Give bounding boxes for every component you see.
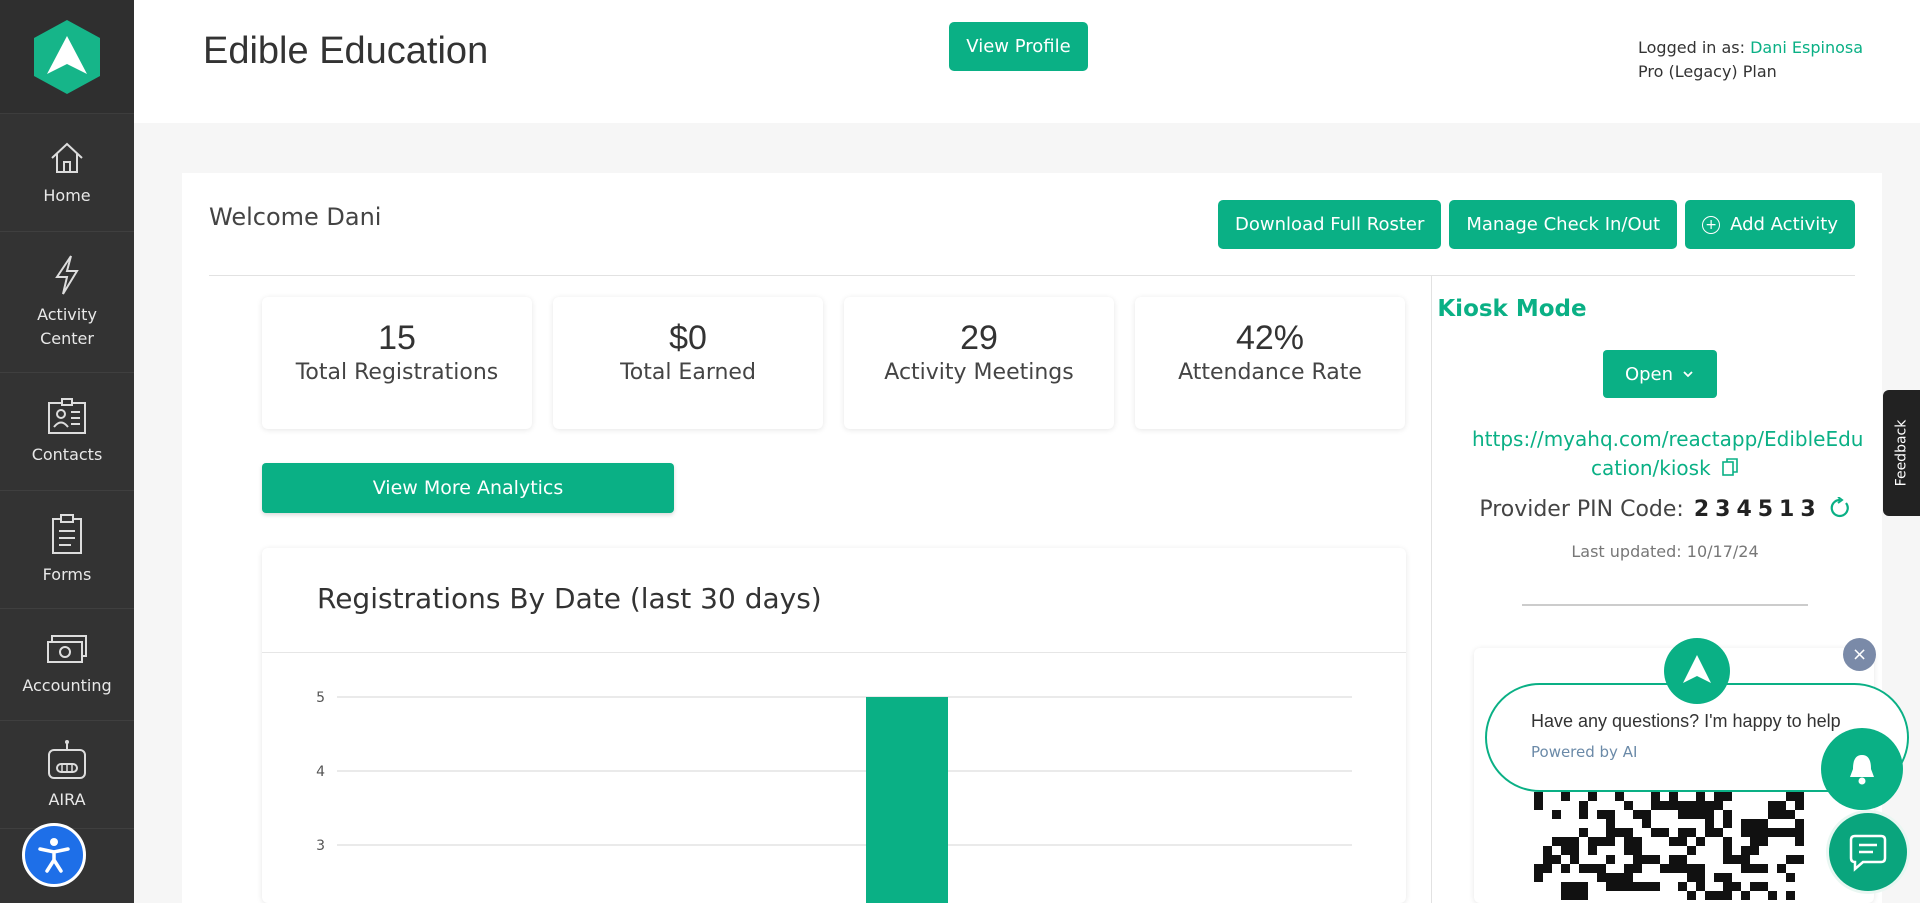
- action-buttons: Download Full Roster Manage Check In/Out…: [1218, 200, 1882, 249]
- notifications-button[interactable]: [1821, 728, 1903, 810]
- sidebar-item-label: Accounting: [22, 675, 112, 695]
- sidebar-item-accounting[interactable]: Accounting: [0, 609, 134, 721]
- user-name-link[interactable]: Dani Espinosa: [1750, 38, 1863, 57]
- last-updated-text: Last updated: 10/17/24: [1571, 542, 1759, 561]
- logged-in-label: Logged in as:: [1638, 38, 1751, 57]
- sidebar-item-label: AIRA: [48, 789, 86, 809]
- sidebar-item-contacts[interactable]: Contacts: [0, 373, 134, 491]
- page-title: Edible Education: [203, 30, 489, 72]
- chat-avatar: [1664, 638, 1730, 704]
- dashboard-card: Welcome Dani Download Full Roster Manage…: [182, 173, 1882, 903]
- sidebar-item-label: Home: [43, 185, 91, 205]
- stat-value: 29: [960, 319, 998, 357]
- refresh-icon[interactable]: [1829, 496, 1851, 519]
- chart-bar: [866, 697, 948, 903]
- sidebar-item-home[interactable]: Home: [0, 114, 134, 232]
- contact-card-icon: [48, 397, 86, 434]
- copy-icon[interactable]: [1721, 457, 1739, 477]
- add-activity-button[interactable]: + Add Activity: [1685, 200, 1855, 249]
- divider: [209, 275, 1855, 276]
- logo-icon: [1683, 655, 1711, 683]
- money-icon: [47, 634, 87, 663]
- stat-card-meetings: 29 Activity Meetings: [844, 297, 1114, 429]
- sidebar-item-label: Contacts: [31, 444, 103, 464]
- pin-code: 234513: [1693, 497, 1822, 522]
- kiosk-open-label: Open: [1624, 363, 1674, 385]
- login-info: Logged in as: Dani Espinosa Pro (Legacy)…: [1638, 36, 1863, 84]
- stat-card-registrations: 15 Total Registrations: [262, 297, 532, 429]
- chat-powered-by: Powered by AI: [1531, 743, 1638, 761]
- lightning-icon: [55, 255, 79, 295]
- stat-card-earned: $0 Total Earned: [553, 297, 823, 429]
- pin-label: Provider PIN Code:: [1479, 497, 1684, 522]
- kiosk-url-link[interactable]: https://myahq.com/reactapp/EdibleEdu cat…: [1472, 425, 1864, 483]
- kiosk-mode-title: Kiosk Mode: [1437, 296, 1587, 322]
- chat-message: Have any questions? I'm happy to help: [1531, 711, 1841, 731]
- y-tick-label: 4: [316, 764, 325, 780]
- home-icon: [51, 142, 83, 173]
- stat-label: Total Registrations: [295, 360, 499, 385]
- download-roster-button[interactable]: Download Full Roster: [1218, 200, 1442, 249]
- view-profile-button[interactable]: View Profile: [949, 22, 1088, 71]
- robot-icon: [48, 739, 86, 779]
- kiosk-url-line: https://myahq.com/reactapp/EdibleEdu: [1472, 427, 1864, 451]
- kiosk-open-dropdown[interactable]: Open: [1603, 350, 1717, 398]
- feedback-tab[interactable]: Feedback: [1883, 390, 1920, 516]
- sidebar-item-aira[interactable]: AIRA: [0, 721, 134, 829]
- chat-open-button[interactable]: [1826, 810, 1910, 894]
- registrations-chart: 3 4 5: [316, 690, 1352, 903]
- y-tick-label: 3: [316, 838, 325, 854]
- close-icon: ×: [1851, 644, 1868, 665]
- add-activity-label: Add Activity: [1730, 214, 1838, 235]
- logo-icon: [34, 19, 100, 94]
- chevron-down-icon: [1683, 371, 1693, 378]
- sidebar-item-forms[interactable]: Forms: [0, 491, 134, 609]
- sidebar-item-label: Activity Center: [37, 305, 97, 348]
- clipboard-icon: [52, 513, 82, 554]
- bell-icon: [1850, 755, 1874, 785]
- sidebar: Home Activity Center Contacts Forms Acco…: [0, 0, 134, 903]
- feedback-label: Feedback: [1893, 419, 1910, 487]
- plan-label: Pro (Legacy) Plan: [1638, 62, 1777, 81]
- registrations-chart-card: Registrations By Date (last 30 days) 3 4 5: [262, 548, 1406, 903]
- divider: [1522, 604, 1808, 606]
- kiosk-url-line: cation/kiosk: [1590, 456, 1711, 480]
- accessibility-button[interactable]: [22, 823, 86, 887]
- view-more-analytics-button[interactable]: View More Analytics: [262, 463, 674, 513]
- stat-label: Total Earned: [620, 360, 756, 385]
- accessibility-icon: [38, 838, 70, 873]
- manage-checkin-button[interactable]: Manage Check In/Out: [1449, 200, 1678, 249]
- stat-value: 15: [378, 319, 416, 357]
- chat-icon: [1849, 834, 1887, 872]
- sidebar-item-activity-center[interactable]: Activity Center: [0, 232, 134, 373]
- stat-label: Activity Meetings: [884, 360, 1074, 385]
- chat-close-button[interactable]: ×: [1843, 638, 1876, 671]
- y-tick-label: 5: [316, 690, 325, 706]
- app-logo[interactable]: [0, 0, 134, 114]
- divider: [1431, 276, 1432, 903]
- welcome-text: Welcome Dani: [209, 203, 382, 231]
- stat-value: $0: [669, 319, 707, 357]
- chart-title: Registrations By Date (last 30 days): [317, 582, 822, 615]
- stat-value: 42%: [1235, 319, 1305, 357]
- plus-circle-icon: +: [1702, 215, 1721, 234]
- stat-label: Attendance Rate: [1178, 360, 1362, 385]
- provider-pin-row: Provider PIN Code: 234513: [1472, 496, 1858, 522]
- qr-code: [1534, 783, 1804, 900]
- top-header: Edible Education View Profile Logged in …: [134, 0, 1920, 123]
- sidebar-item-label: Forms: [42, 564, 92, 584]
